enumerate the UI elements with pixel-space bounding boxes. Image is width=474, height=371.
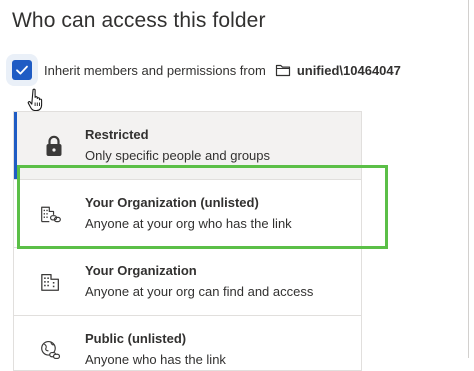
- folder-icon: [275, 63, 291, 77]
- building-icon: [40, 271, 62, 293]
- option-your-organization-unlisted[interactable]: Your Organization (unlisted) Anyone at y…: [14, 180, 361, 247]
- option-title: Your Organization (unlisted): [85, 195, 259, 210]
- lock-icon: [43, 135, 65, 157]
- option-title: Your Organization: [85, 263, 197, 278]
- option-your-organization[interactable]: Your Organization Anyone at your org can…: [14, 248, 361, 315]
- page-title: Who can access this folder: [12, 9, 266, 32]
- option-title: Restricted: [85, 127, 149, 142]
- access-options-list: Restricted Only specific people and grou…: [13, 111, 362, 371]
- inherit-checkbox[interactable]: [12, 60, 32, 80]
- panel-edge: [468, 0, 469, 358]
- option-description: Only specific people and groups: [85, 148, 271, 163]
- option-public-unlisted[interactable]: Public (unlisted) Anyone who has the lin…: [14, 316, 361, 370]
- option-description: Anyone at your org who has the link: [85, 216, 292, 231]
- building-link-icon: [40, 203, 62, 225]
- option-description: Anyone who has the link: [85, 352, 226, 367]
- folder-path-link[interactable]: unified\10464047: [297, 63, 401, 78]
- inherit-label: Inherit members and permissions from: [44, 62, 266, 78]
- checkmark-icon: [16, 65, 28, 75]
- option-restricted[interactable]: Restricted Only specific people and grou…: [14, 112, 361, 179]
- inherit-row[interactable]: Inherit members and permissions from uni…: [12, 57, 401, 83]
- option-description: Anyone at your org can find and access: [85, 284, 314, 299]
- option-title: Public (unlisted): [85, 331, 187, 346]
